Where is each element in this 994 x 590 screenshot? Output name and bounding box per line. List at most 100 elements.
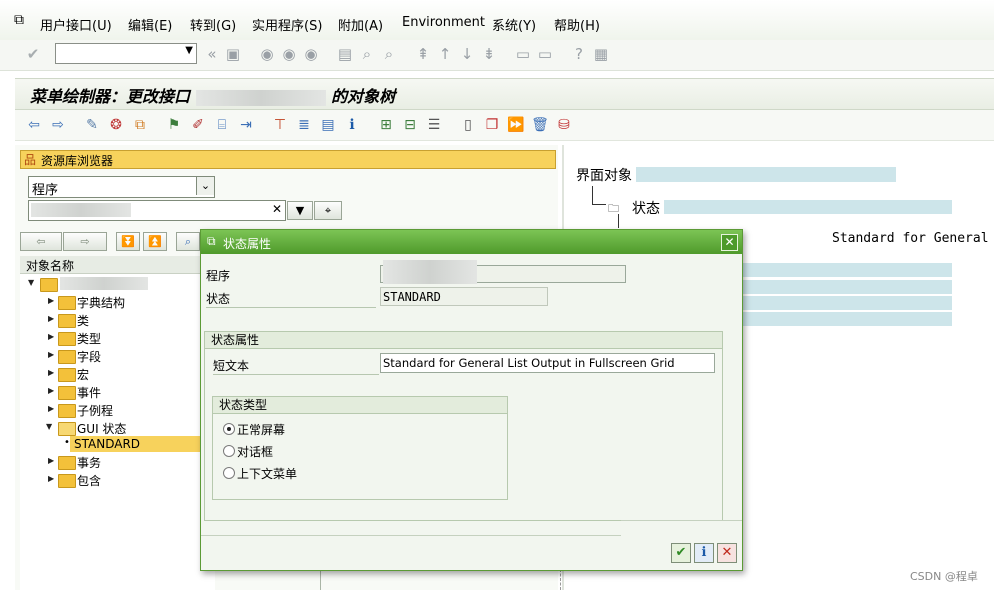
next-page-icon[interactable]: ↓: [458, 45, 476, 63]
dialog-title-bar[interactable]: ⧉ 状态属性 ✕: [201, 230, 742, 254]
tree-node[interactable]: ▶ 宏: [20, 365, 215, 383]
title-prefix: 菜单绘制器：更改接口: [30, 87, 191, 106]
tree-root[interactable]: ▼: [20, 275, 215, 293]
highlight-bar: [664, 200, 952, 214]
collapse-arrow-icon[interactable]: ▶: [48, 456, 54, 465]
back-icon[interactable]: «: [203, 45, 221, 63]
grid-icon[interactable]: ▤: [319, 116, 337, 134]
enter-icon[interactable]: ✔: [24, 45, 42, 63]
collapse-arrow-icon[interactable]: ▶: [48, 296, 54, 305]
info-icon[interactable]: ℹ: [343, 116, 361, 134]
tree-node[interactable]: ▶ 子例程: [20, 401, 215, 419]
last-page-icon[interactable]: ⇟: [480, 45, 498, 63]
object-type-select[interactable]: 程序 ⌄: [28, 176, 215, 198]
cancel-button[interactable]: ✕: [717, 543, 737, 563]
chevron-down-icon[interactable]: ▼: [185, 45, 193, 56]
print-icon[interactable]: ▤: [336, 45, 354, 63]
expand-arrow-icon[interactable]: ▼: [46, 422, 52, 431]
forward-arrow-icon[interactable]: ⇨: [49, 116, 67, 134]
collapse-arrow-icon[interactable]: ▶: [48, 386, 54, 395]
navigate-icon[interactable]: ⇥: [237, 116, 255, 134]
menu-edit[interactable]: 编辑(E): [128, 15, 172, 34]
menu-icon[interactable]: ⧉: [14, 12, 24, 28]
tree-node-label: 类: [77, 314, 90, 328]
menu-utilities[interactable]: 实用程序(S): [252, 15, 322, 34]
repository-browser-header[interactable]: 品 资源库浏览器: [20, 150, 556, 169]
display-button[interactable]: ⌖: [314, 201, 342, 220]
previous-object-button[interactable]: ⇦: [20, 232, 62, 251]
test-icon[interactable]: ⧉: [131, 116, 149, 134]
edit-pen-icon[interactable]: ✐: [189, 116, 207, 134]
object-name-input[interactable]: ✕: [28, 200, 286, 221]
close-icon[interactable]: ✕: [721, 234, 738, 251]
find-next-icon[interactable]: ⌕: [380, 45, 398, 63]
exit-icon[interactable]: ◉: [280, 45, 298, 63]
collapse-arrow-icon[interactable]: ▶: [48, 404, 54, 413]
tree-status-label[interactable]: 状态: [632, 198, 660, 218]
prev-page-icon[interactable]: ↑: [436, 45, 454, 63]
activate-icon[interactable]: ❂: [107, 116, 125, 134]
radio-context-menu[interactable]: [223, 467, 235, 479]
shortcut-icon[interactable]: ▭: [536, 45, 554, 63]
tree-node[interactable]: ▶ 事务: [20, 453, 215, 471]
menu-goto[interactable]: 转到(G): [190, 15, 236, 34]
expand-arrow-icon[interactable]: ▼: [28, 278, 34, 287]
transport-icon[interactable]: ⛁: [555, 116, 573, 134]
folder-icon: [58, 314, 76, 328]
tree-node[interactable]: ▼ GUI 状态: [20, 419, 215, 437]
display-change-icon[interactable]: ✎: [83, 116, 101, 134]
insert-icon[interactable]: ⊞: [377, 116, 395, 134]
tree-node[interactable]: ▶ 类: [20, 311, 215, 329]
radio-dialog-box[interactable]: [223, 445, 235, 457]
collapse-arrow-icon[interactable]: ▶: [48, 332, 54, 341]
menu-help[interactable]: 帮助(H): [554, 15, 600, 34]
chevron-down-icon[interactable]: ⌄: [196, 177, 214, 195]
where-used-icon[interactable]: ⌸: [213, 116, 231, 134]
delete-icon[interactable]: 🗑: [531, 116, 549, 134]
expand-icon[interactable]: ⊟: [401, 116, 419, 134]
help-icon[interactable]: ?: [570, 45, 588, 63]
radio-normal-screen[interactable]: [223, 423, 235, 435]
back-nav-icon[interactable]: ◉: [258, 45, 276, 63]
back-arrow-icon[interactable]: ⇦: [25, 116, 43, 134]
tree-node[interactable]: ▶ 字段: [20, 347, 215, 365]
short-text-input[interactable]: Standard for General List Output in Full…: [380, 353, 715, 373]
tree-node[interactable]: ▶ 类型: [20, 329, 215, 347]
collapse-arrow-icon[interactable]: ▶: [48, 474, 54, 483]
new-session-icon[interactable]: ▭: [514, 45, 532, 63]
collapse-arrow-icon[interactable]: ▶: [48, 350, 54, 359]
first-page-icon[interactable]: ⇞: [414, 45, 432, 63]
command-field[interactable]: ▼: [55, 43, 197, 64]
save-icon[interactable]: ▣: [224, 45, 242, 63]
expand-up-button[interactable]: ⏫: [143, 232, 167, 251]
copy-icon[interactable]: ❐: [483, 116, 501, 134]
tree-node-label: 字典结构: [77, 296, 126, 310]
list-icon[interactable]: ☰: [425, 116, 443, 134]
tree-node[interactable]: ▶ 包含: [20, 471, 215, 489]
tree-root-label[interactable]: 界面对象: [576, 165, 632, 185]
next-object-button[interactable]: ⇨: [63, 232, 107, 251]
stack-icon[interactable]: ≣: [295, 116, 313, 134]
dropdown-button[interactable]: ▼: [287, 201, 313, 220]
new-document-icon[interactable]: ▯: [459, 116, 477, 134]
collapse-arrow-icon[interactable]: ▶: [48, 314, 54, 323]
collapse-arrow-icon[interactable]: ▶: [48, 368, 54, 377]
tree-node-selected[interactable]: • STANDARD: [20, 436, 215, 454]
cancel-icon[interactable]: ◉: [302, 45, 320, 63]
layout-icon[interactable]: ▦: [592, 45, 610, 63]
clear-icon[interactable]: ✕: [272, 202, 282, 216]
object-list-icon[interactable]: ⚑: [165, 116, 183, 134]
menu-extras[interactable]: 附加(A): [338, 15, 383, 34]
info-button[interactable]: ℹ: [694, 543, 714, 563]
confirm-button[interactable]: ✔: [671, 543, 691, 563]
find-icon[interactable]: ⌕: [358, 45, 376, 63]
tree-node[interactable]: ▶ 字典结构: [20, 293, 215, 311]
menu-system[interactable]: 系统(Y): [492, 15, 536, 34]
find-button[interactable]: ⌕: [176, 232, 200, 251]
menu-user-interface[interactable]: 用户接口(U): [40, 15, 112, 34]
menu-environment[interactable]: Environment: [402, 15, 485, 30]
collapse-up-button[interactable]: ⏬: [116, 232, 140, 251]
tree-node[interactable]: ▶ 事件: [20, 383, 215, 401]
execute-icon[interactable]: ⏩: [507, 116, 525, 134]
hierarchy-icon[interactable]: ⊤: [271, 116, 289, 134]
